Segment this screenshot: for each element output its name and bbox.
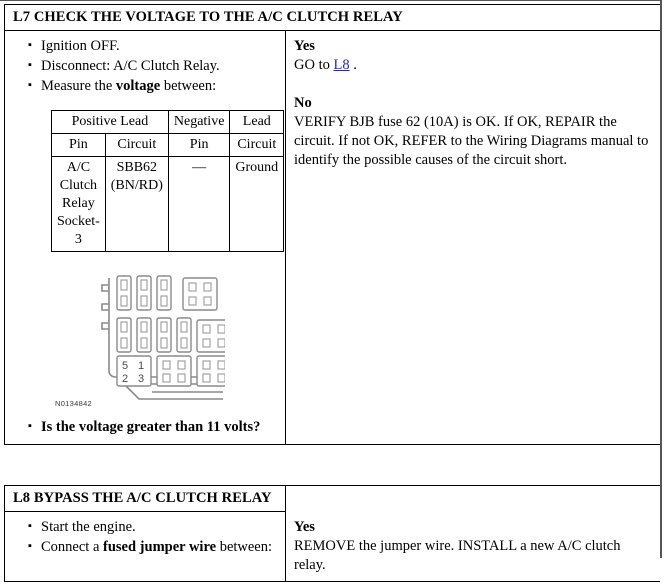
header-pin-positive: Pin: [51, 133, 106, 157]
question-list-l7: Is the voltage greater than 11 volts?: [9, 417, 281, 437]
answer-text-yes: GO to L8 .: [294, 56, 652, 75]
step-content-l8: Start the engine. Connect a fused jumper…: [5, 512, 660, 581]
cell-circuit-negative: Ground: [229, 156, 285, 252]
answer-label-yes-l8: Yes: [294, 519, 315, 535]
table-row-column-headers: Pin Circuit Pin Circuit: [51, 133, 285, 157]
action-list-l7: Ignition OFF. Disconnect: A/C Clutch Rel…: [9, 36, 281, 96]
action-emphasis: fused jumper wire: [103, 539, 217, 555]
latch-tab-top: [101, 284, 109, 292]
answer-label-yes: Yes: [294, 38, 315, 54]
cell-circuit-positive: SBB62 (BN/RD): [104, 156, 169, 252]
list-item: Ignition OFF.: [28, 36, 281, 56]
header-negative: Negative: [167, 110, 231, 134]
header-lead: Lead: [229, 110, 285, 134]
action-text: Connect a: [41, 539, 104, 555]
wide-cavity-bottom-1: [156, 355, 192, 387]
list-item: Is the voltage greater than 11 volts?: [28, 417, 281, 437]
step-title-cell-l8: L8 BYPASS THE A/C CLUTCH RELAY: [5, 486, 286, 512]
step-header-row-l8: L8 BYPASS THE A/C CLUTCH RELAY: [5, 486, 660, 512]
action-emphasis: voltage: [115, 78, 161, 94]
action-text: Measure the: [41, 78, 116, 94]
cell-pin-negative: —: [167, 156, 231, 252]
step-right-column-l8: Yes REMOVE the jumper wire. INSTALL a ne…: [286, 512, 660, 581]
goto-text: GO to: [294, 57, 334, 73]
connector-figure: N0134842 5 1 2 3: [9, 266, 281, 416]
list-item: Disconnect: A/C Clutch Relay.: [28, 56, 281, 76]
step-question-l7: Is the voltage greater than 11 volts?: [41, 419, 261, 435]
action-text: Disconnect: A/C Clutch Relay.: [41, 58, 220, 74]
step-title-l8: L8 BYPASS THE A/C CLUTCH RELAY: [13, 490, 272, 506]
pin-label-2: 2: [122, 373, 128, 385]
step-content-l7: Ignition OFF. Disconnect: A/C Clutch Rel…: [5, 31, 660, 444]
list-item: Measure the voltage between:: [28, 76, 281, 96]
pin-label-3: 3: [138, 373, 144, 385]
step-block-l8: L8 BYPASS THE A/C CLUTCH RELAY Start the…: [4, 485, 660, 582]
table-row: A/C Clutch Relay Socket-3 SBB62 (BN/RD) …: [51, 156, 285, 252]
header-circuit-positive: Circuit: [104, 133, 169, 157]
latch-tab-bottom: [101, 322, 109, 330]
latch-tab-middle: [101, 303, 109, 311]
step-right-column-l7: Yes GO to L8 . No VERIFY BJB fuse 62 (10…: [286, 31, 660, 444]
action-text-tail: between:: [160, 78, 217, 94]
link-l8[interactable]: L8: [333, 57, 349, 73]
cell-pin-positive: A/C Clutch Relay Socket-3: [51, 156, 106, 252]
answer-label-no: No: [294, 95, 312, 111]
step-title-l7: L7 CHECK THE VOLTAGE TO THE A/C CLUTCH R…: [5, 5, 660, 31]
step-left-column-l7: Ignition OFF. Disconnect: A/C Clutch Rel…: [5, 31, 286, 444]
header-pin-negative: Pin: [167, 133, 231, 157]
action-text: Start the engine.: [41, 519, 136, 535]
step-left-column-l8: Start the engine. Connect a fused jumper…: [5, 512, 286, 581]
step-block-l7: L7 CHECK THE VOLTAGE TO THE A/C CLUTCH R…: [4, 4, 660, 445]
connector-diagram-svg: 5 1 2 3: [101, 275, 225, 400]
action-list-l8: Start the engine. Connect a fused jumper…: [9, 517, 281, 557]
step-actions-l7: Ignition OFF. Disconnect: A/C Clutch Rel…: [5, 31, 285, 444]
pin-label-5: 5: [122, 360, 128, 372]
wide-cavity-top: [182, 277, 218, 311]
table-row-group-headers: Positive Lead Negative Lead: [51, 110, 285, 134]
goto-text-tail: .: [349, 57, 357, 73]
page-top-rule: [0, 0, 661, 1]
pin-label-1: 1: [138, 360, 144, 372]
header-positive-lead: Positive Lead: [51, 110, 169, 134]
figure-id-label: N0134842: [55, 399, 93, 408]
document-page: L7 CHECK THE VOLTAGE TO THE A/C CLUTCH R…: [0, 0, 667, 582]
list-item: Start the engine.: [28, 517, 281, 537]
action-text: Ignition OFF.: [41, 38, 120, 54]
step-actions-l8: Start the engine. Connect a fused jumper…: [5, 512, 285, 568]
list-item: Connect a fused jumper wire between:: [28, 537, 281, 557]
answer-spacer: [294, 75, 652, 94]
answer-text-yes-l8: REMOVE the jumper wire. INSTALL a new A/…: [294, 538, 621, 573]
action-text-tail: between:: [216, 539, 273, 555]
answer-text-no: VERIFY BJB fuse 62 (10A) is OK. If OK, R…: [294, 114, 649, 168]
page-right-rule: [660, 0, 662, 558]
step-header-right-spacer-l8: [286, 486, 660, 512]
cavity-row-middle: [116, 317, 192, 353]
measurement-table: Positive Lead Negative Lead Pin Circuit …: [51, 110, 285, 252]
header-circuit-negative: Circuit: [229, 133, 285, 157]
